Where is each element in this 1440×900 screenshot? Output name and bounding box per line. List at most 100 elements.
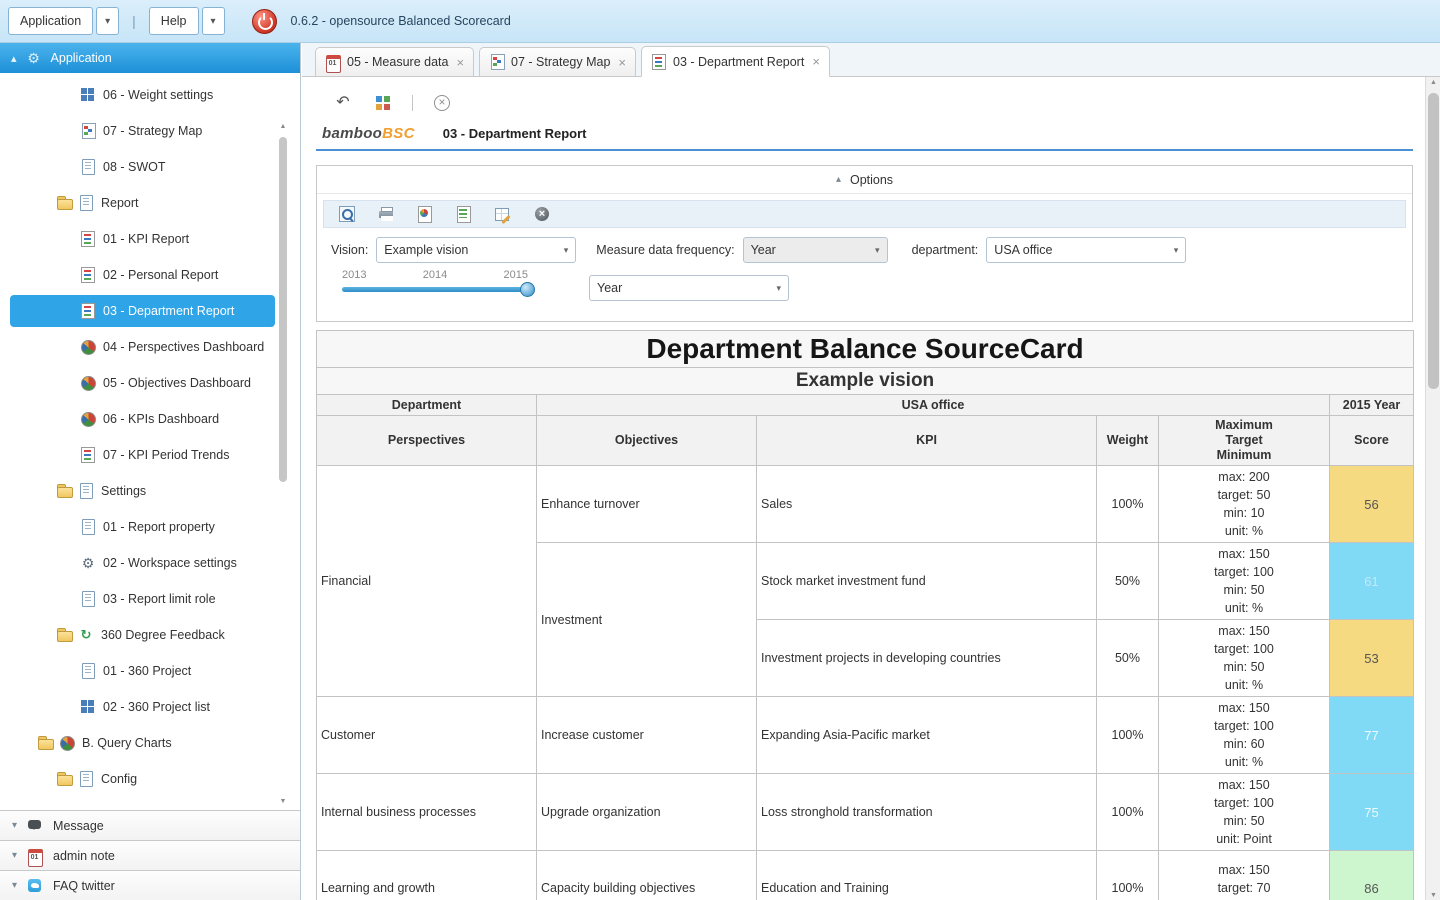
department-select[interactable]: USA office <box>986 237 1186 263</box>
sidebar-item-07-strategy-map[interactable]: 07 - Strategy Map <box>0 113 300 149</box>
pdf-button[interactable] <box>414 203 436 225</box>
slider-label-min: 2013 <box>342 269 366 284</box>
sidebar-item-label: Settings <box>99 484 146 498</box>
slider-handle[interactable] <box>520 282 535 297</box>
table-row: Internal business processesUpgrade organ… <box>317 774 1414 851</box>
weight-cell: 50% <box>1097 543 1159 620</box>
options-collapse-header[interactable]: Options <box>317 166 1412 194</box>
sidebar-item-01-report-property[interactable]: 01 - Report property <box>0 509 300 545</box>
year-range-slider[interactable]: 2013 2014 2015 <box>342 269 528 292</box>
accordion-admin-note[interactable]: admin note <box>0 840 300 870</box>
doc-icon <box>78 483 94 499</box>
cancel-button[interactable] <box>531 203 553 225</box>
header-objectives: Objectives <box>537 416 757 466</box>
scroll-down-icon[interactable] <box>1426 892 1440 899</box>
tab-close-icon[interactable] <box>810 55 820 68</box>
sidebar-item-02-workspace-settings[interactable]: 02 - Workspace settings <box>0 545 300 581</box>
department-label: department: <box>912 243 979 257</box>
tab-close-icon[interactable] <box>616 56 626 69</box>
tab-05-measure-data[interactable]: 05 - Measure data <box>315 47 474 76</box>
application-menu-caret-button[interactable] <box>96 7 119 35</box>
sidebar-item-03-report-limit-role[interactable]: 03 - Report limit role <box>0 581 300 617</box>
main-scrollbar-thumb[interactable] <box>1428 93 1439 389</box>
sidebar-accordion-application[interactable]: Application <box>0 43 300 73</box>
score-cell: 77 <box>1330 697 1414 774</box>
sidebar-item-label: 07 - KPI Period Trends <box>101 448 229 462</box>
power-logout-icon[interactable] <box>252 9 276 33</box>
excel-button[interactable] <box>453 203 475 225</box>
tab-07-strategy-map[interactable]: 07 - Strategy Map <box>479 47 636 76</box>
header-year: 2015 Year <box>1330 395 1414 416</box>
vision-select[interactable]: Example vision <box>376 237 576 263</box>
chevron-down-icon <box>105 16 110 27</box>
sidebar-item-label: Report <box>99 196 139 210</box>
options-body: Vision: Example vision Measure data freq… <box>317 194 1412 321</box>
accordion-message[interactable]: Message <box>0 810 300 840</box>
scroll-down-icon[interactable]: ▼ <box>278 798 288 805</box>
sidebar-item-06-weight-settings[interactable]: 06 - Weight settings <box>0 77 300 113</box>
sidebar-item-05-objectives-dashboard[interactable]: 05 - Objectives Dashboard <box>0 365 300 401</box>
sidebar-item-03-department-report[interactable]: 03 - Department Report <box>10 295 275 327</box>
sidebar-item-label: 02 - Personal Report <box>101 268 218 282</box>
gear-icon <box>80 555 96 571</box>
accordion-faq-twitter[interactable]: FAQ twitter <box>0 870 300 900</box>
metric-line: unit: % <box>1163 522 1325 540</box>
sidebar-item-label: 06 - Weight settings <box>101 88 213 102</box>
search-button[interactable] <box>336 203 358 225</box>
bamboobsc-logo: bambooBSC <box>322 125 415 142</box>
sidebar-item-label: 01 - KPI Report <box>101 232 189 246</box>
sidebar-item-06-kpis-dashboard[interactable]: 06 - KPIs Dashboard <box>0 401 300 437</box>
sidebar-item-config[interactable]: Config <box>0 761 300 797</box>
sidebar-item-01-kpi-report[interactable]: 01 - KPI Report <box>0 221 300 257</box>
folder-icon <box>57 483 73 499</box>
options-form-row2: 2013 2014 2015 Year <box>331 269 1406 301</box>
sidebar-item-360-degree-feedback[interactable]: 360 Degree Feedback <box>0 617 300 653</box>
tiles-button[interactable] <box>372 92 394 114</box>
sidebar-item-04-perspectives-dashboard[interactable]: 04 - Perspectives Dashboard <box>0 329 300 365</box>
sidebar: Application 06 - Weight settings 07 - Str… <box>0 43 301 900</box>
sidebar-item-02-personal-report[interactable]: 02 - Personal Report <box>0 257 300 293</box>
sidebar-item-label: 06 - KPIs Dashboard <box>101 412 219 426</box>
doc-icon <box>80 519 96 535</box>
report-table-body: Department Balance SourceCard Example vi… <box>317 331 1414 900</box>
sidebar-item-08-swot[interactable]: 08 - SWOT <box>0 149 300 185</box>
help-menu-caret-button[interactable] <box>202 7 225 35</box>
sidebar-item-report[interactable]: Report <box>0 185 300 221</box>
vision-label: Vision: <box>331 243 368 257</box>
application-menu-button[interactable]: Application <box>8 7 93 35</box>
sidebar-item-label: 01 - Report property <box>101 520 215 534</box>
table-row: Learning and growthCapacity building obj… <box>317 851 1414 900</box>
map-icon <box>80 123 96 139</box>
sidebar-item-settings[interactable]: Settings <box>0 473 300 509</box>
objective-cell: Investment <box>537 543 757 697</box>
sidebar-item-b-query-charts[interactable]: B. Query Charts <box>0 725 300 761</box>
sidebar-scrollbar-thumb[interactable] <box>279 137 287 482</box>
frequency-select[interactable]: Year <box>743 237 888 263</box>
help-menu-button[interactable]: Help <box>149 7 199 35</box>
main-scrollbar[interactable] <box>1425 77 1440 900</box>
close-circle-button[interactable] <box>431 92 453 114</box>
metric-line: min: 50 <box>1163 812 1325 830</box>
main-panel: 05 - Measure data07 - Strategy Map03 - D… <box>302 43 1440 900</box>
tab-close-icon[interactable] <box>454 56 464 69</box>
tab-03-department-report[interactable]: 03 - Department Report <box>641 46 830 77</box>
undo-button[interactable] <box>332 92 354 114</box>
slider-labels: 2013 2014 2015 <box>342 269 528 284</box>
sidebar-scrollbar[interactable]: ▲ ▼ <box>278 123 288 805</box>
edit-grid-button[interactable] <box>492 203 514 225</box>
print-button[interactable] <box>375 203 397 225</box>
sidebar-item-label: 03 - Department Report <box>101 304 234 318</box>
scroll-up-icon[interactable]: ▲ <box>278 123 288 130</box>
slider-track[interactable] <box>342 287 528 292</box>
tiles-icon <box>375 95 391 111</box>
sidebar-item-01-360-project[interactable]: 01 - 360 Project <box>0 653 300 689</box>
year-select[interactable]: Year <box>589 275 789 301</box>
folder-icon <box>57 771 73 787</box>
scroll-up-icon[interactable] <box>1426 79 1440 86</box>
sidebar-item-02-360-project-list[interactable]: 02 - 360 Project list <box>0 689 300 725</box>
chevron-down-icon <box>875 245 880 256</box>
metric-line: min: 50 <box>1163 581 1325 599</box>
sidebar-item-07-kpi-period-trends[interactable]: 07 - KPI Period Trends <box>0 437 300 473</box>
chevron-down-icon <box>211 16 216 27</box>
pie-icon <box>80 375 96 391</box>
